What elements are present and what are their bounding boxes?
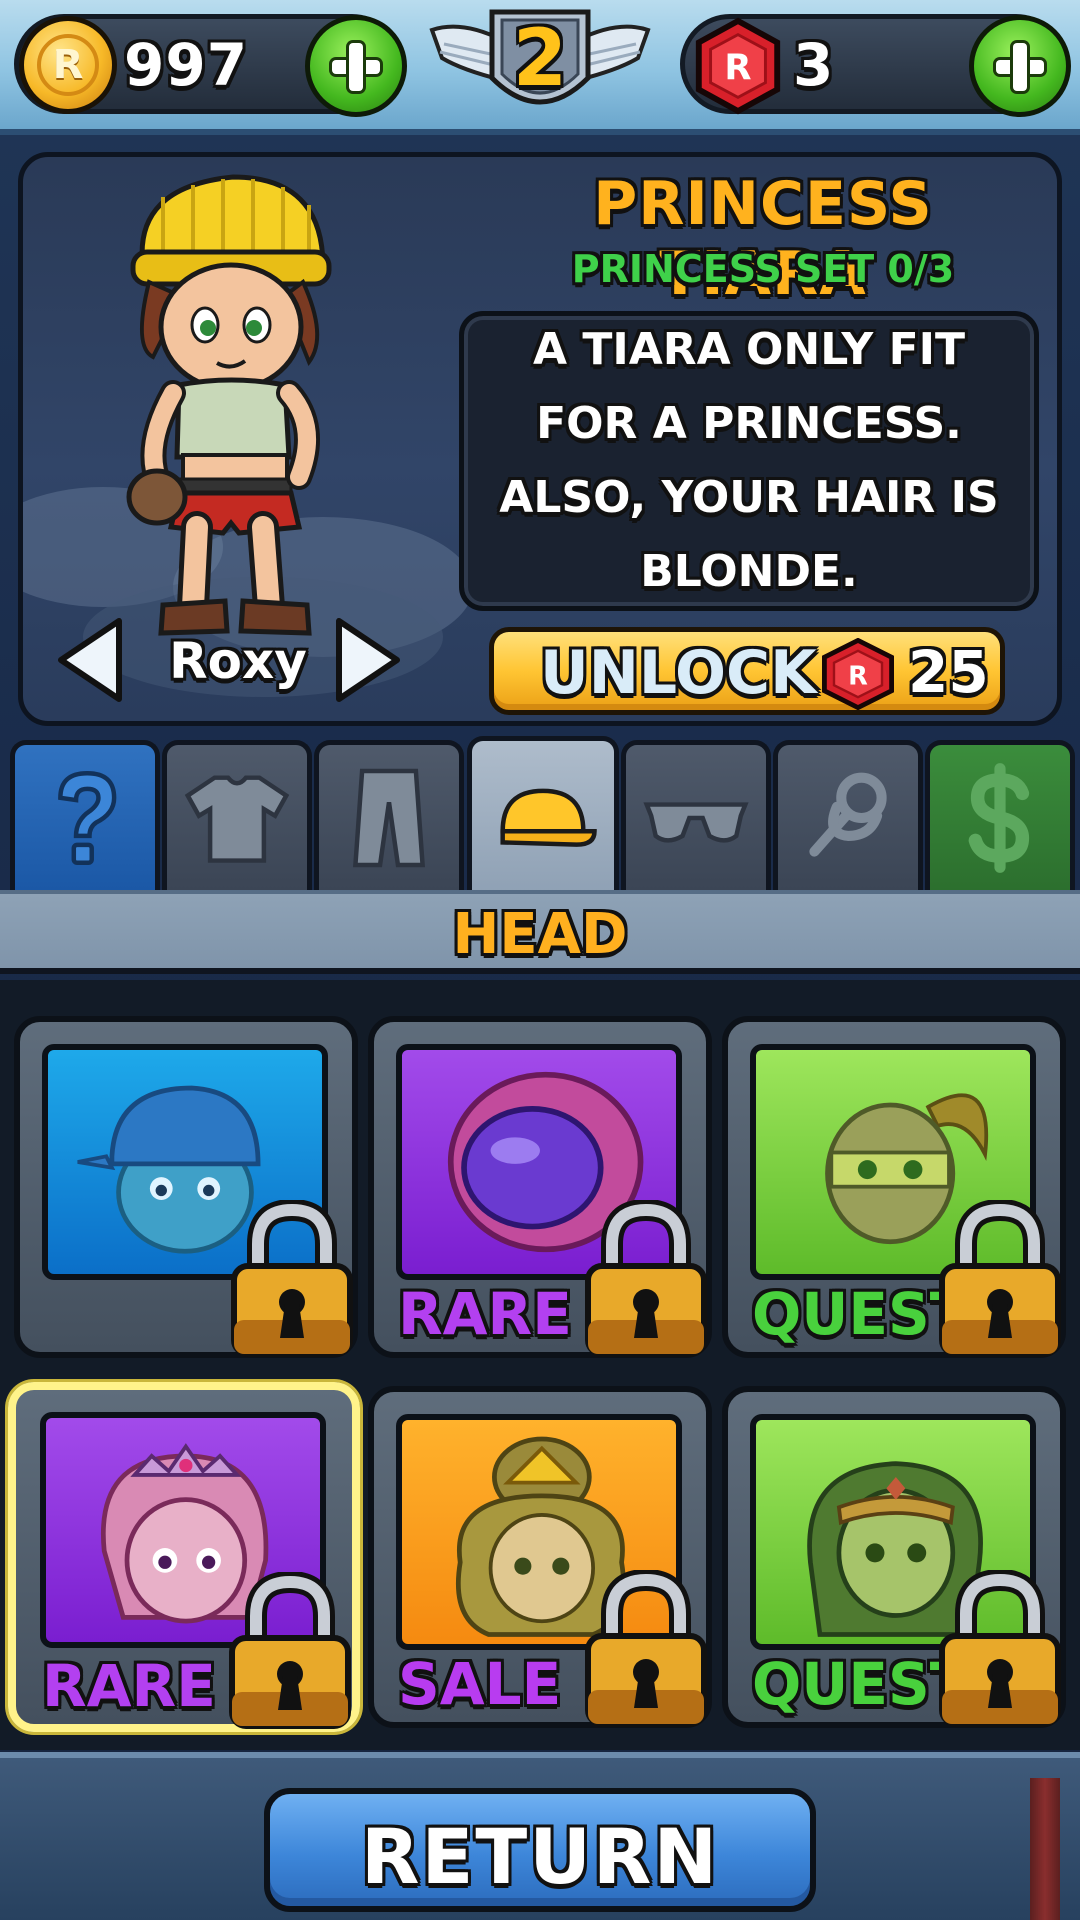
ruby-gem-icon: R — [695, 17, 781, 115]
character-name: Roxy — [169, 632, 307, 690]
padlock-icon — [939, 1570, 1061, 1727]
gem-symbol: R — [724, 48, 751, 89]
padlock-icon — [229, 1572, 351, 1729]
category-tabs — [10, 736, 1075, 898]
tab-glasses[interactable] — [621, 740, 771, 890]
item-card[interactable]: QUEST — [722, 1386, 1066, 1728]
add-coins-button[interactable] — [305, 15, 407, 117]
return-label: RETURN — [360, 1812, 720, 1901]
padlock-icon — [939, 1200, 1061, 1357]
level-badge: 2 — [422, 0, 658, 130]
rarity-label: SALE — [398, 1650, 562, 1718]
rarity-label: RARE — [42, 1652, 216, 1720]
coin-icon: R — [19, 16, 117, 114]
item-card[interactable]: QUEST — [722, 1016, 1066, 1358]
unlock-price: 25 — [908, 638, 989, 706]
gem-counter: R 3 — [680, 14, 1071, 117]
wooden-post-decoration — [1030, 1778, 1060, 1920]
coin-counter: R 997 — [14, 14, 407, 117]
return-button[interactable]: RETURN — [264, 1788, 816, 1912]
item-card[interactable]: SALE — [368, 1386, 712, 1728]
padlock-icon — [585, 1570, 707, 1727]
unlock-label: UNLOCK — [540, 638, 817, 708]
item-grid: RARE QUEST RARE SALE QUEST — [0, 980, 1080, 1750]
sunglasses-icon — [643, 801, 749, 843]
previous-character-arrow-icon[interactable] — [55, 615, 125, 705]
gem-symbol: R — [848, 661, 868, 691]
rarity-label: RARE — [398, 1280, 572, 1348]
character-portrait — [126, 174, 332, 636]
question-mark-icon — [58, 770, 117, 865]
tab-pants[interactable] — [314, 740, 464, 890]
category-title: HEAD — [452, 902, 628, 967]
category-header: HEAD — [0, 890, 1080, 974]
next-character-arrow-icon[interactable] — [333, 615, 403, 705]
item-card[interactable] — [14, 1016, 358, 1358]
cap-icon — [500, 788, 597, 847]
item-card-selected[interactable]: RARE — [8, 1382, 360, 1732]
ruby-gem-icon: R — [822, 638, 894, 710]
dollar-icon — [968, 762, 1030, 873]
item-detail-panel: Roxy PRINCESS TIARA PRINCESS SET 0/3 A T… — [18, 152, 1062, 726]
add-gems-button[interactable] — [969, 15, 1071, 117]
item-description-box: A TIARA ONLY FIT FOR A PRINCESS. ALSO, Y… — [459, 311, 1039, 611]
shirt-icon — [184, 774, 290, 863]
padlock-icon — [231, 1200, 353, 1357]
footer: RETURN — [0, 1752, 1080, 1920]
tab-head[interactable] — [467, 736, 619, 898]
padlock-icon — [585, 1200, 707, 1357]
tab-accessory[interactable] — [773, 740, 923, 890]
pants-icon — [352, 768, 426, 867]
customize-screen: R 997 2 R 3 Roxy PRINCESS TIARA PRINCESS… — [0, 0, 1080, 1920]
tab-shop[interactable] — [925, 740, 1075, 890]
item-description: A TIARA ONLY FIT FOR A PRINCESS. ALSO, Y… — [499, 324, 999, 597]
set-progress: PRINCESS SET 0/3 — [571, 247, 955, 291]
coin-amount: 997 — [124, 31, 249, 99]
player-level: 2 — [512, 14, 568, 104]
tab-shirt[interactable] — [162, 740, 312, 890]
top-bar: R 997 2 R 3 — [0, 0, 1080, 135]
unlock-button[interactable]: UNLOCK R 25 — [489, 627, 1005, 715]
gem-amount: 3 — [793, 31, 835, 99]
rope-icon — [809, 772, 887, 857]
coin-symbol: R — [37, 34, 99, 96]
tab-random[interactable] — [10, 740, 160, 890]
item-card[interactable]: RARE — [368, 1016, 712, 1358]
